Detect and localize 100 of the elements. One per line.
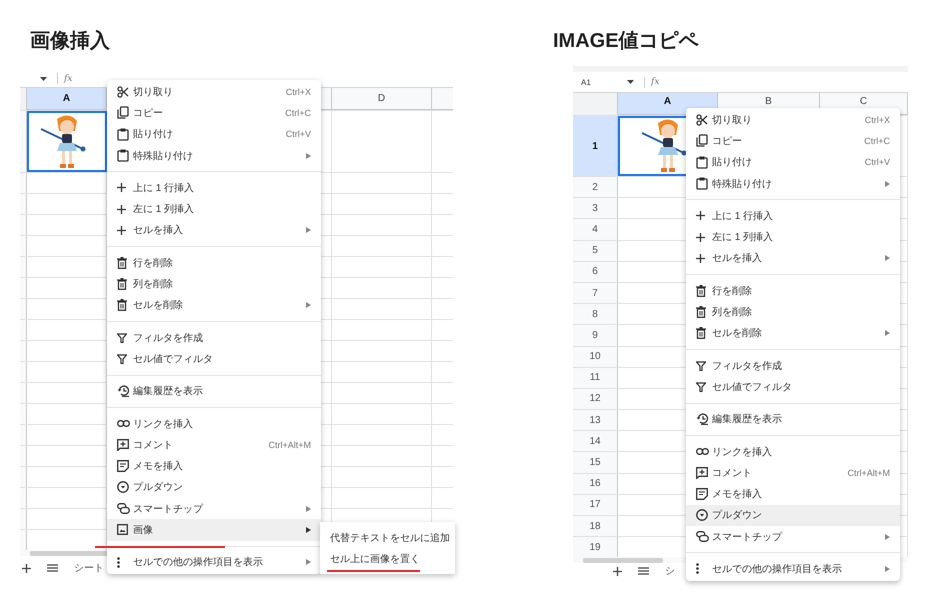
row-header[interactable]: 13 xyxy=(573,410,618,430)
history-icon xyxy=(696,413,709,426)
menu-item[interactable]: メモを挿入 xyxy=(107,455,321,477)
menu-item[interactable]: 列を削除 xyxy=(686,301,900,323)
row-header[interactable] xyxy=(20,215,27,235)
menu-item[interactable]: 列を削除 xyxy=(107,273,321,295)
row-header[interactable] xyxy=(20,173,27,193)
row-header[interactable] xyxy=(20,278,27,298)
menu-item[interactable]: スマートチップ xyxy=(107,498,321,520)
menu-item[interactable]: フィルタを作成 xyxy=(686,354,900,376)
menu-item[interactable]: セルを削除 xyxy=(107,294,321,316)
row-header[interactable] xyxy=(20,341,27,361)
plus-icon[interactable] xyxy=(613,566,622,576)
row-header[interactable]: 18 xyxy=(573,516,618,536)
menu-item[interactable]: スマートチップ xyxy=(686,526,900,548)
shortcut-text: Ctrl+V xyxy=(864,157,890,168)
menu-item[interactable]: セルを挿入 xyxy=(686,248,900,270)
menu-item[interactable]: コピー Ctrl+C xyxy=(107,102,321,124)
plus-icon xyxy=(117,226,126,235)
row-header[interactable] xyxy=(20,488,27,508)
menu-item[interactable]: セル上に画像を置く xyxy=(320,548,455,569)
row-header[interactable]: 10 xyxy=(573,346,618,367)
plus-icon[interactable] xyxy=(22,564,31,572)
corner-header[interactable] xyxy=(573,93,618,115)
more-icon xyxy=(117,556,120,568)
menu-item[interactable]: 特殊貼り付け xyxy=(107,144,321,166)
row-header[interactable]: 8 xyxy=(573,304,618,324)
row-header[interactable]: 6 xyxy=(573,262,618,282)
row-header[interactable]: 11 xyxy=(573,368,618,388)
menu-item[interactable]: 編集履歴を表示 xyxy=(686,408,900,430)
row-header[interactable] xyxy=(20,299,27,319)
row-header[interactable] xyxy=(20,509,27,529)
row-header[interactable] xyxy=(20,362,27,382)
row-header[interactable] xyxy=(20,257,27,277)
column-header[interactable] xyxy=(432,88,453,110)
caret-icon[interactable] xyxy=(627,80,634,84)
row-header[interactable] xyxy=(20,383,27,403)
scrollbar[interactable] xyxy=(583,558,663,564)
column-header[interactable]: A xyxy=(27,88,107,110)
row-header[interactable] xyxy=(20,467,27,487)
filter-icon xyxy=(696,382,706,392)
menu-item[interactable]: フィルタを作成 xyxy=(107,326,321,348)
row-header[interactable]: 4 xyxy=(573,219,618,240)
sheet-tab[interactable]: シ xyxy=(665,564,675,578)
menu-item[interactable]: 代替テキストをセルに追加 xyxy=(320,527,455,548)
row-header[interactable]: 16 xyxy=(573,474,618,494)
menu-item[interactable]: リンクを挿入 xyxy=(107,412,321,434)
menu-item[interactable]: 上に 1 行挿入 xyxy=(686,205,900,226)
row-header[interactable] xyxy=(20,236,27,256)
menu-item[interactable]: リンクを挿入 xyxy=(686,440,900,462)
row-header[interactable]: 3 xyxy=(573,198,618,218)
row-header[interactable]: 19 xyxy=(573,537,618,558)
column-header[interactable]: D xyxy=(332,88,432,110)
menu-item[interactable]: プルダウン xyxy=(107,476,321,498)
row-header[interactable] xyxy=(20,446,27,466)
menu-item[interactable]: プルダウン xyxy=(686,504,900,526)
sheet-tab[interactable]: シート xyxy=(74,561,104,575)
menu-icon[interactable] xyxy=(638,567,649,576)
menu-item[interactable]: セル値でフィルタ xyxy=(686,376,900,398)
row-header[interactable]: 1 xyxy=(573,116,618,176)
row-header[interactable]: 9 xyxy=(573,325,618,346)
row-header[interactable] xyxy=(20,530,27,550)
row-header[interactable]: 7 xyxy=(573,282,618,304)
row-header[interactable]: 2 xyxy=(573,177,618,198)
menu-item[interactable]: セル値でフィルタ xyxy=(107,348,321,370)
menu-item[interactable]: メモを挿入 xyxy=(686,483,900,505)
row-header[interactable]: 15 xyxy=(573,452,618,473)
menu-item[interactable]: セルでの他の操作項目を表示 xyxy=(686,558,900,580)
menu-item[interactable]: コメント Ctrl+Alt+M xyxy=(107,434,321,456)
menu-item[interactable]: 左に 1 列挿入 xyxy=(107,198,321,220)
menu-item[interactable]: 切り取り Ctrl+X xyxy=(107,81,321,102)
column-header[interactable]: A xyxy=(618,93,718,115)
menu-item[interactable]: 編集履歴を表示 xyxy=(107,380,321,402)
menu-icon[interactable] xyxy=(47,564,58,572)
menu-item[interactable]: セルを削除 xyxy=(686,322,900,344)
menu-item[interactable]: 左に 1 列挿入 xyxy=(686,226,900,248)
row-header[interactable]: 5 xyxy=(573,240,618,261)
row-header[interactable] xyxy=(20,320,27,340)
scrollbar[interactable] xyxy=(30,551,110,556)
menu-item[interactable]: コメント Ctrl+Alt+M xyxy=(686,462,900,484)
menu-item[interactable]: セルでの他の操作項目を表示 xyxy=(107,552,321,573)
menu-item[interactable]: セルを挿入 xyxy=(107,220,321,242)
row-header[interactable] xyxy=(20,111,27,172)
corner-header[interactable] xyxy=(20,88,27,110)
more-icon xyxy=(696,563,699,574)
row-header[interactable] xyxy=(20,194,27,214)
caret-icon[interactable] xyxy=(40,76,47,80)
menu-item[interactable]: 特殊貼り付け xyxy=(686,172,900,194)
menu-item[interactable]: 行を削除 xyxy=(686,280,900,302)
menu-item[interactable]: コピー Ctrl+C xyxy=(686,130,900,152)
row-header[interactable] xyxy=(20,425,27,445)
row-header[interactable]: 17 xyxy=(573,494,618,515)
row-header[interactable]: 12 xyxy=(573,388,618,410)
name-box[interactable]: A1 xyxy=(581,78,621,86)
menu-item[interactable]: 貼り付け Ctrl+V xyxy=(686,152,900,173)
menu-item[interactable]: 上に 1 行挿入 xyxy=(107,177,321,198)
row-header[interactable] xyxy=(20,404,27,424)
menu-item[interactable]: 貼り付け Ctrl+V xyxy=(107,124,321,145)
row-header[interactable]: 14 xyxy=(573,431,618,452)
menu-item[interactable]: 行を削除 xyxy=(107,252,321,274)
